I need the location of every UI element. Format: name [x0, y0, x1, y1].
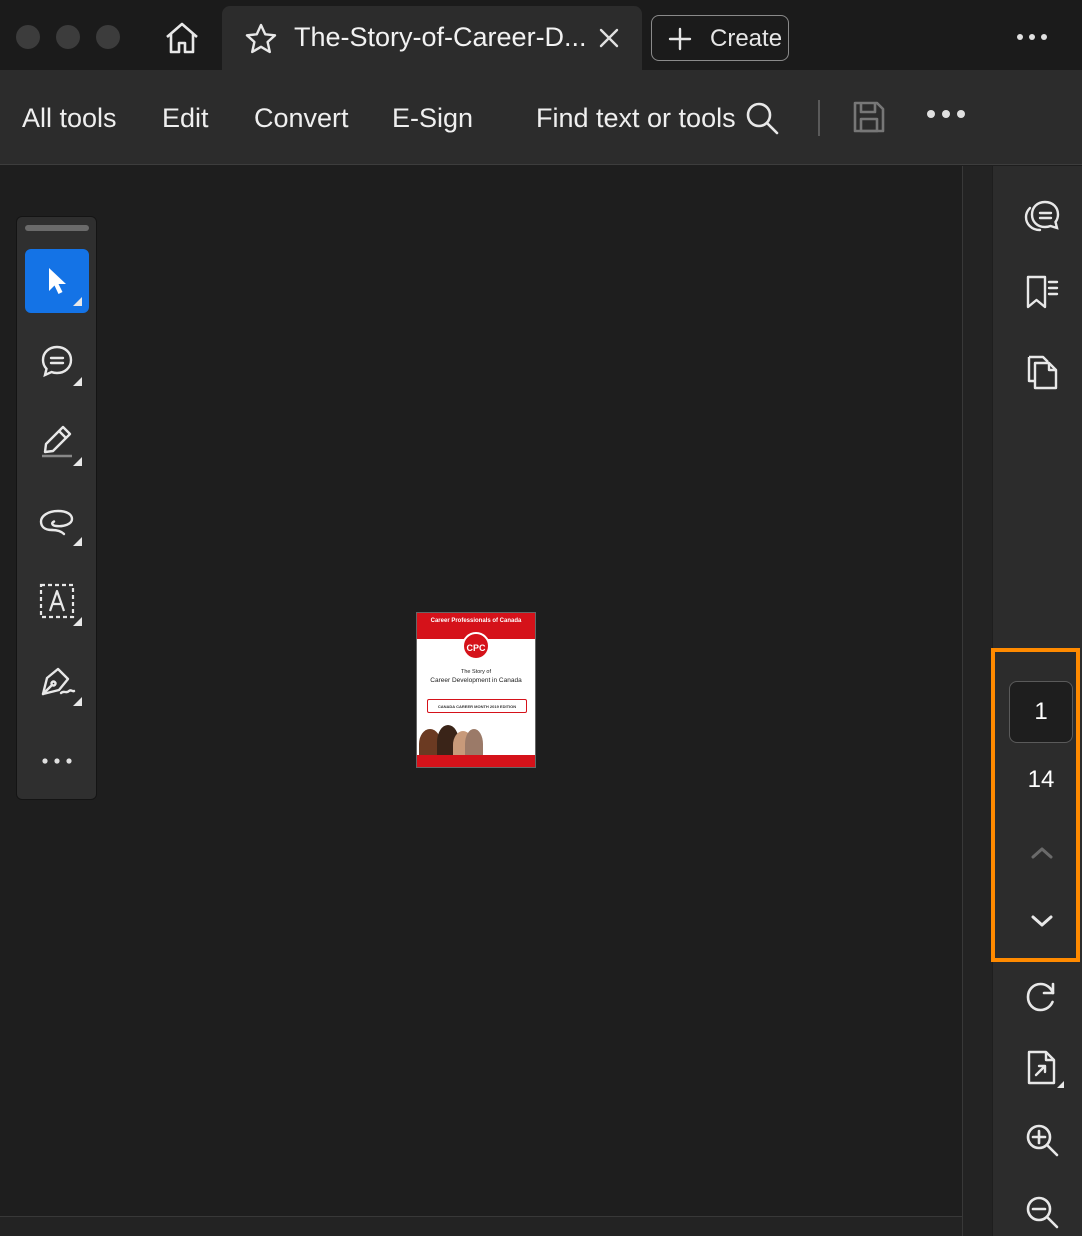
- draw-tool-button[interactable]: [25, 489, 89, 553]
- plus-icon: [668, 27, 692, 51]
- save-button[interactable]: [851, 99, 887, 140]
- page-extract-icon: [1027, 1050, 1056, 1085]
- submenu-corner-icon: [73, 617, 82, 626]
- previous-page-button[interactable]: [1024, 838, 1060, 868]
- next-page-button[interactable]: [1024, 906, 1060, 936]
- rotate-icon: [1026, 982, 1055, 1012]
- document-tab[interactable]: The-Story-of-Career-D...: [222, 6, 642, 70]
- highlight-tool-button[interactable]: [25, 409, 89, 473]
- toolbar-drag-handle[interactable]: [25, 225, 89, 231]
- save-icon: [853, 101, 885, 133]
- submenu-corner-icon: [73, 297, 82, 306]
- search-button[interactable]: [744, 100, 780, 141]
- menu-all-tools[interactable]: All tools: [22, 103, 117, 134]
- menu-convert[interactable]: Convert: [254, 103, 349, 134]
- sign-pen-icon: [41, 667, 76, 696]
- page-title: Career Development in Canada: [430, 677, 522, 684]
- bookmarks-button[interactable]: [1020, 270, 1064, 314]
- text-box-icon: [39, 583, 75, 619]
- quick-tools-more-button[interactable]: [25, 729, 89, 793]
- highlight-pen-icon: [42, 425, 72, 458]
- close-icon[interactable]: [596, 25, 622, 51]
- window-zoom-dot[interactable]: [96, 25, 120, 49]
- window-close-dot[interactable]: [16, 25, 40, 49]
- page-org-name: Career Professionals of Canada: [430, 618, 522, 624]
- star-icon[interactable]: [244, 22, 278, 56]
- tab-title: The-Story-of-Career-D...: [294, 22, 587, 52]
- title-bar: The-Story-of-Career-D... Create: [0, 0, 1082, 70]
- zoom-in-button[interactable]: [1020, 1118, 1064, 1162]
- submenu-corner-icon: [73, 537, 82, 546]
- zoom-in-icon: [1026, 1124, 1059, 1157]
- vertical-scrollbar[interactable]: [962, 166, 992, 1236]
- chevron-up-icon: [1031, 847, 1053, 859]
- comment-icon: [41, 345, 73, 378]
- menu-more-button[interactable]: [926, 106, 966, 124]
- quick-tools-toolbar: [16, 216, 97, 800]
- comments-panel-button[interactable]: [1020, 194, 1064, 238]
- sign-tool-button[interactable]: [25, 649, 89, 713]
- copy-pages-icon: [1027, 355, 1058, 390]
- current-page-input[interactable]: 1: [1009, 681, 1073, 743]
- total-pages: 14: [1027, 766, 1055, 793]
- more-icon: [1017, 34, 1047, 40]
- more-icon: [42, 758, 72, 764]
- pdf-page[interactable]: Career Professionals of Canada CPC The S…: [416, 612, 536, 768]
- search-icon: [746, 102, 779, 135]
- create-button[interactable]: Create: [651, 15, 789, 61]
- organize-pages-button[interactable]: [1020, 350, 1064, 394]
- window-more-button[interactable]: [1010, 24, 1054, 50]
- menu-edit[interactable]: Edit: [162, 103, 209, 134]
- zoom-out-icon: [1026, 1196, 1059, 1229]
- menu-divider: [818, 100, 820, 136]
- page-footer-band: [417, 755, 535, 767]
- rotate-button[interactable]: [1020, 975, 1064, 1019]
- edition-badge: CANADA CAREER MONTH 2019 EDITION: [427, 699, 527, 713]
- window-minimize-dot[interactable]: [56, 25, 80, 49]
- chevron-down-icon: [1031, 915, 1053, 927]
- more-icon: [927, 110, 965, 118]
- menu-e-sign[interactable]: E-Sign: [392, 103, 473, 134]
- zoom-out-button[interactable]: [1020, 1190, 1064, 1234]
- lasso-draw-icon: [39, 509, 74, 536]
- page-subtitle: The Story of: [461, 669, 491, 675]
- comment-tool-button[interactable]: [25, 329, 89, 393]
- home-icon: [166, 22, 198, 54]
- home-button[interactable]: [160, 18, 204, 58]
- cpc-logo: CPC: [462, 632, 490, 660]
- horizontal-scrollbar[interactable]: [0, 1216, 962, 1236]
- select-cursor-icon: [49, 268, 66, 294]
- page-display-button[interactable]: [1020, 1046, 1064, 1090]
- submenu-corner-icon: [1057, 1081, 1064, 1088]
- logo-text: CPC: [466, 643, 486, 653]
- submenu-corner-icon: [73, 697, 82, 706]
- submenu-corner-icon: [73, 457, 82, 466]
- select-tool-button[interactable]: [25, 249, 89, 313]
- text-box-tool-button[interactable]: [25, 569, 89, 633]
- menu-bar: All tools Edit Convert E-Sign Find text …: [0, 70, 1082, 165]
- submenu-corner-icon: [73, 377, 82, 386]
- comments-panel-icon: [1024, 200, 1060, 232]
- bookmarks-icon: [1026, 275, 1059, 309]
- find-text-or-tools[interactable]: Find text or tools: [536, 103, 736, 134]
- create-label: Create: [710, 25, 783, 52]
